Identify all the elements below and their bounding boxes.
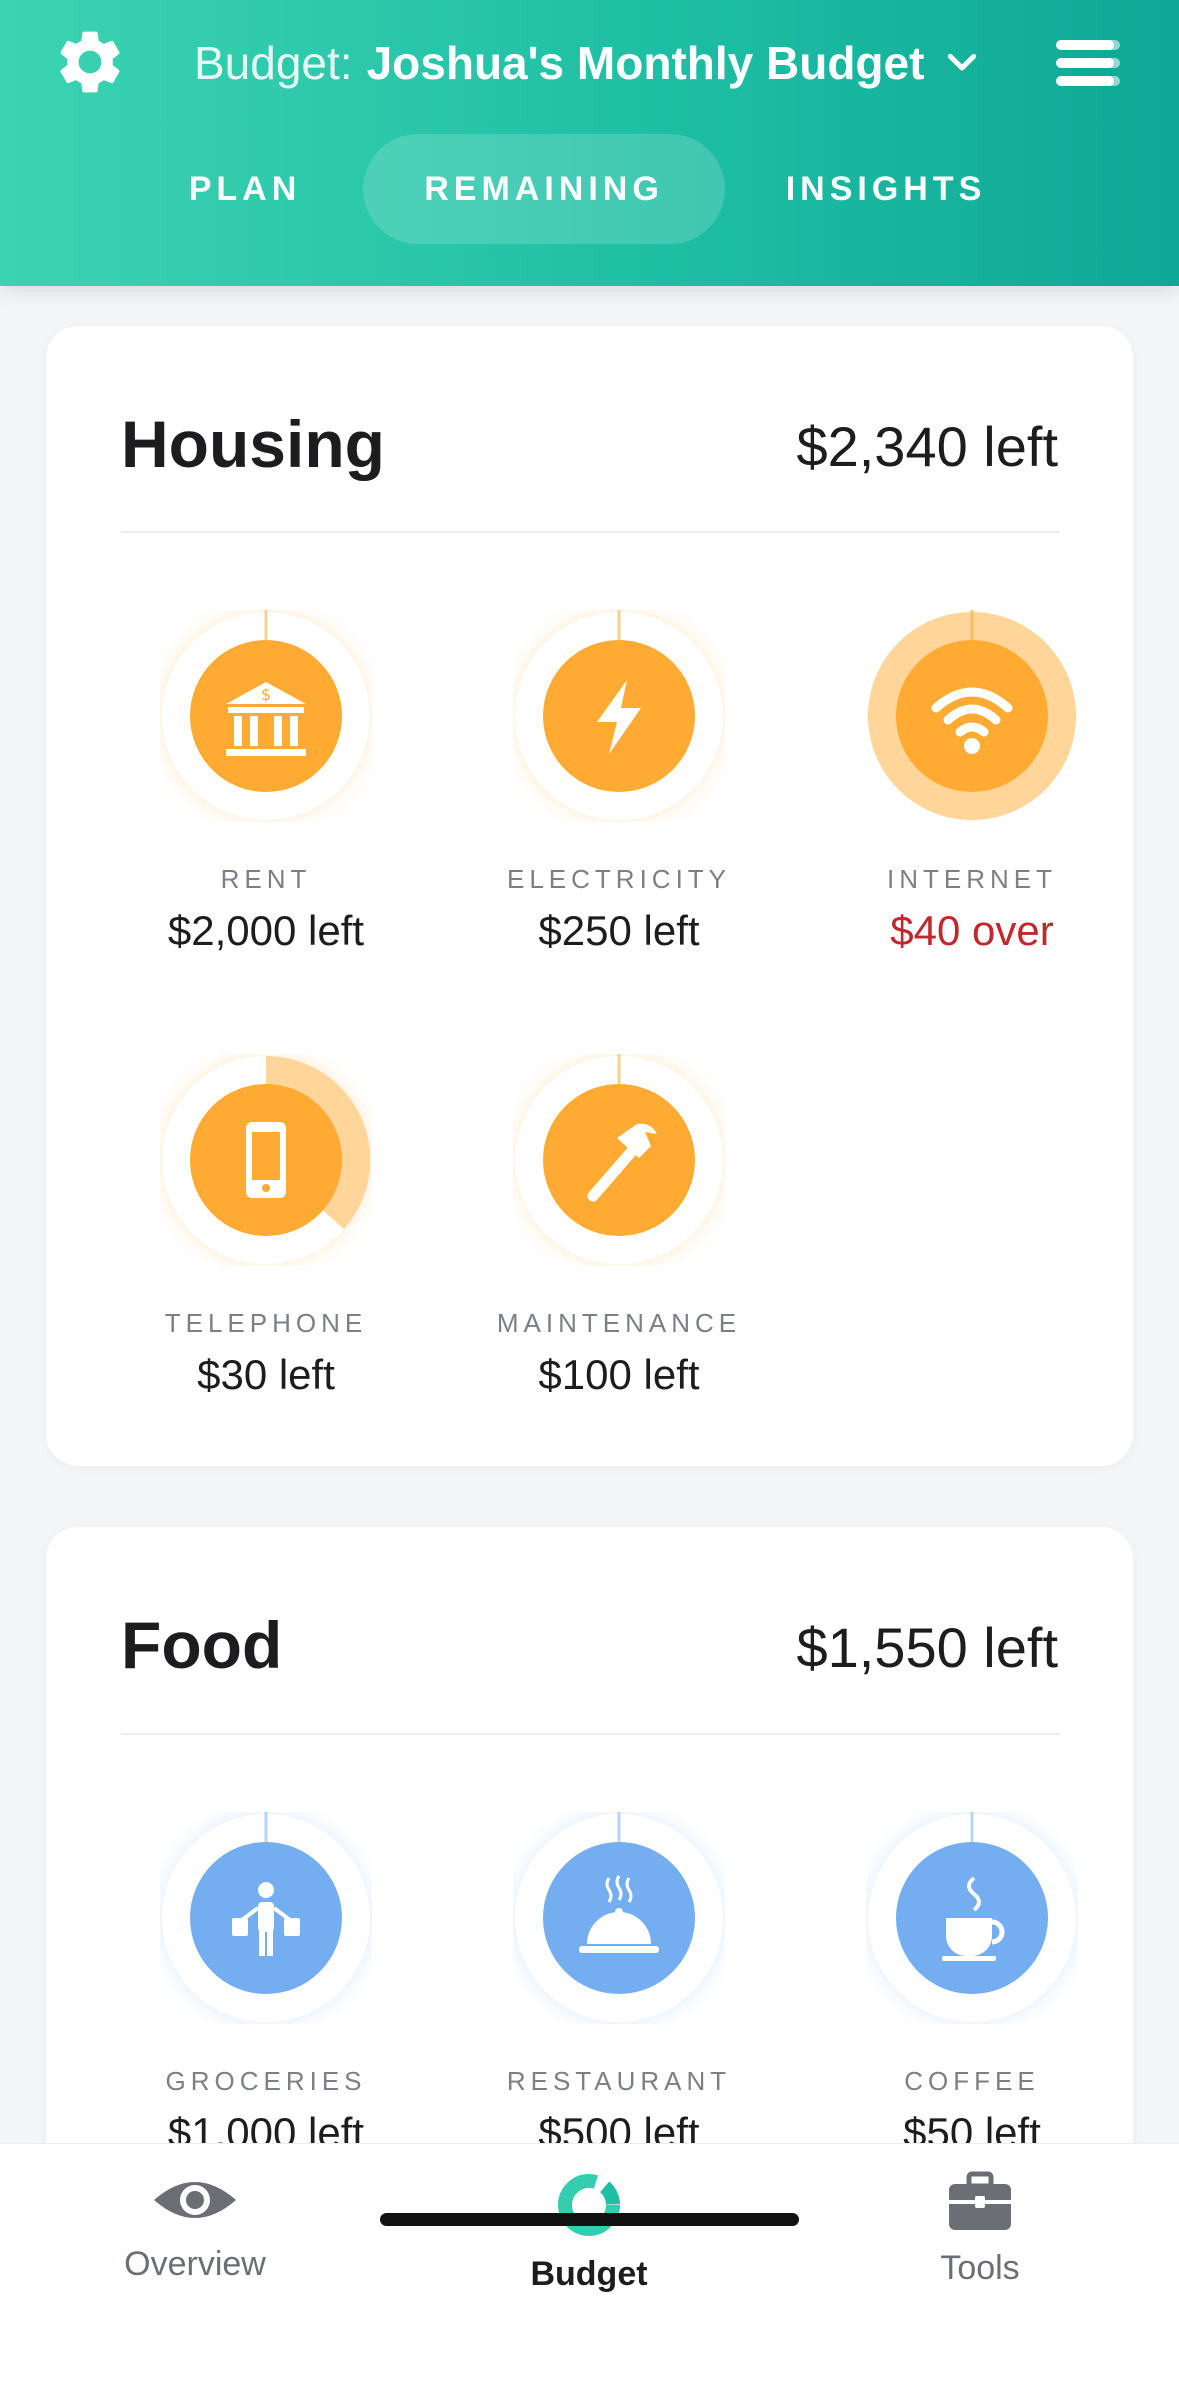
list-menu-icon[interactable]: [1054, 34, 1122, 92]
item-label: ELECTRICITY: [506, 864, 732, 894]
budget-selector[interactable]: Budget: Joshua's Monthly Budget: [194, 30, 982, 96]
coffee-icon: [942, 1876, 1005, 1961]
budget-item-electricity[interactable]: ELECTRICITY $250 left: [449, 610, 789, 955]
item-label: RENT: [220, 864, 312, 894]
progress-ring: [513, 1054, 725, 1266]
item-value: $30 left: [197, 1351, 335, 1398]
tab-plan[interactable]: PLAN: [150, 134, 340, 244]
progress-ring: [160, 1812, 372, 2024]
category-total: $2,340 left: [796, 415, 1058, 478]
budget-name: Joshua's Monthly Budget: [366, 37, 925, 89]
nav-item-budget[interactable]: Budget: [439, 2170, 739, 2294]
progress-ring: $: [160, 610, 372, 822]
card-divider: [121, 1733, 1060, 1735]
progress-ring: [513, 1812, 725, 2024]
progress-ring: [866, 610, 1078, 822]
item-value: $250 left: [538, 907, 700, 954]
progress-ring: [513, 610, 725, 822]
tab-insights[interactable]: INSIGHTS: [755, 134, 1017, 244]
card-divider: [121, 531, 1060, 533]
settings-gear-icon[interactable]: [52, 24, 128, 100]
item-label: INTERNET: [887, 864, 1057, 894]
category-card-housing: Housing $2,340 left $ RENT $2,000 left E…: [46, 326, 1133, 1466]
category-title: Food: [121, 1608, 283, 1682]
budget-label: Budget:: [194, 37, 353, 89]
wifi-icon: [931, 687, 1013, 754]
chevron-down-icon: [948, 53, 977, 71]
nav-item-tools[interactable]: Tools: [830, 2170, 1130, 2288]
item-value: $2,000 left: [167, 907, 365, 954]
budget-item-maintenance[interactable]: MAINTENANCE $100 left: [449, 1054, 789, 1399]
app-header: Budget: Joshua's Monthly Budget PLAN REM…: [0, 0, 1179, 286]
item-value: $100 left: [538, 1351, 700, 1398]
hammer-icon: [587, 1123, 657, 1202]
item-label: RESTAURANT: [506, 2066, 732, 2096]
nav-item-overview[interactable]: Overview: [45, 2170, 345, 2284]
budget-item-coffee[interactable]: COFFEE $50 left: [802, 1812, 1142, 2157]
budget-item-internet[interactable]: INTERNET $40 over: [802, 610, 1142, 955]
item-label: TELEPHONE: [164, 1308, 368, 1338]
bottom-tab-bar: Overview Budget Tools: [0, 2143, 1179, 2397]
nav-label: Tools: [940, 2249, 1020, 2287]
budget-item-telephone[interactable]: TELEPHONE $30 left: [96, 1054, 436, 1399]
nav-label: Overview: [124, 2245, 266, 2283]
toolbox-icon: [949, 2171, 1011, 2230]
item-label: GROCERIES: [165, 2066, 367, 2096]
progress-ring: [866, 1812, 1078, 2024]
budget-ring-icon: [558, 2174, 620, 2236]
view-tabs: PLAN REMAINING INSIGHTS: [0, 134, 1179, 244]
cloche-icon: [579, 1875, 659, 1953]
phone-icon: [246, 1122, 286, 1198]
budget-item-groceries[interactable]: GROCERIES $1,000 left: [96, 1812, 436, 2157]
progress-ring: [160, 1054, 372, 1266]
svg-text:$: $: [261, 685, 271, 704]
eye-icon: [154, 2182, 236, 2218]
lightning-icon: [597, 680, 641, 754]
budget-item-restaurant[interactable]: RESTAURANT $500 left: [449, 1812, 789, 2157]
bank-icon: $: [226, 682, 306, 756]
budget-item-rent[interactable]: $ RENT $2,000 left: [96, 610, 436, 955]
home-indicator[interactable]: [380, 2213, 799, 2226]
category-total: $1,550 left: [796, 1616, 1058, 1679]
shopper-icon: [232, 1882, 300, 1956]
item-value-over: $40 over: [890, 907, 1054, 954]
category-title: Housing: [121, 407, 385, 481]
item-label: COFFEE: [904, 2066, 1040, 2096]
tab-remaining[interactable]: REMAINING: [363, 134, 725, 244]
nav-label: Budget: [530, 2255, 648, 2293]
item-label: MAINTENANCE: [496, 1308, 742, 1338]
